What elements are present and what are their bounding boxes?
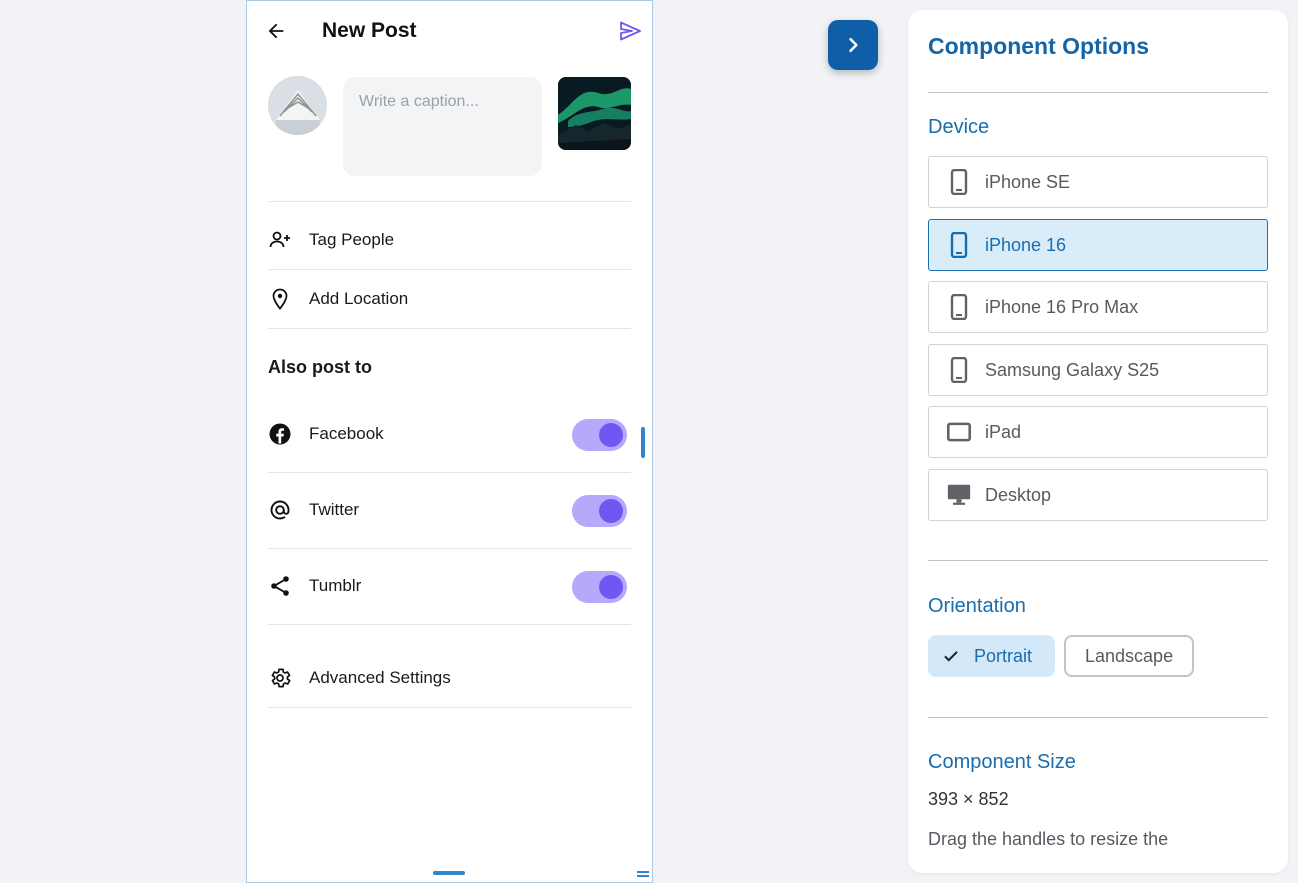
- device-option-iphone-16-pro-max[interactable]: iPhone 16 Pro Max: [928, 281, 1268, 333]
- device-label: iPhone 16: [985, 234, 1067, 255]
- phone-header: New Post: [247, 1, 652, 63]
- aurora-image: [558, 77, 631, 150]
- chevron-right-icon: [849, 37, 858, 53]
- tag-people-label: Tag People: [309, 230, 395, 249]
- facebook-label: Facebook: [309, 424, 384, 443]
- phone-icon: [947, 357, 971, 383]
- divider: [928, 560, 1268, 561]
- phone-icon: [947, 169, 971, 195]
- divider: [268, 707, 631, 708]
- twitter-toggle[interactable]: [572, 495, 627, 527]
- scrollbar[interactable]: [641, 427, 645, 458]
- resize-handle-corner[interactable]: [637, 871, 649, 877]
- phone-icon: [947, 294, 971, 320]
- device-label: iPad: [985, 421, 1022, 442]
- device-heading: Device: [928, 116, 990, 138]
- divider: [268, 328, 631, 329]
- avatar: [268, 76, 327, 135]
- tablet-icon: [947, 420, 971, 444]
- device-option-desktop[interactable]: Desktop: [928, 469, 1268, 521]
- avatar-image: [268, 76, 327, 135]
- divider: [928, 92, 1268, 93]
- phone-preview: New Post Tag People: [246, 0, 653, 883]
- share-icon: [268, 574, 292, 598]
- device-option-ipad[interactable]: iPad: [928, 406, 1268, 458]
- caption-input[interactable]: [343, 77, 542, 176]
- advanced-settings-label: Advanced Settings: [309, 668, 451, 687]
- orientation-heading: Orientation: [928, 595, 1026, 617]
- back-arrow-icon[interactable]: [265, 20, 287, 42]
- divider: [268, 472, 631, 473]
- orientation-landscape-button[interactable]: Landscape: [1064, 635, 1194, 677]
- phone-icon: [947, 232, 971, 258]
- device-label: iPhone SE: [985, 171, 1071, 192]
- component-size-heading: Component Size: [928, 751, 1076, 773]
- component-options-panel: Component Options Device iPhone SE iPhon…: [908, 10, 1288, 873]
- person-add-icon: [268, 228, 292, 252]
- device-option-samsung-galaxy-s25[interactable]: Samsung Galaxy S25: [928, 344, 1268, 396]
- tumblr-toggle[interactable]: [572, 571, 627, 603]
- collapse-panel-button[interactable]: [828, 20, 878, 70]
- at-sign-icon: [268, 498, 292, 522]
- toggle-knob: [599, 499, 623, 523]
- divider: [268, 548, 631, 549]
- device-option-iphone-se[interactable]: iPhone SE: [928, 156, 1268, 208]
- post-image-thumbnail[interactable]: [558, 77, 631, 150]
- device-label: iPhone 16 Pro Max: [985, 296, 1139, 317]
- device-option-iphone-16[interactable]: iPhone 16: [928, 219, 1268, 271]
- tumblr-label: Tumblr: [309, 576, 362, 595]
- orientation-portrait-button[interactable]: Portrait: [928, 635, 1055, 677]
- toggle-knob: [599, 423, 623, 447]
- also-post-to-heading: Also post to: [268, 357, 372, 377]
- panel-title: Component Options: [928, 33, 1150, 59]
- resize-help-text: Drag the handles to resize the: [928, 829, 1169, 849]
- resize-handle-bottom[interactable]: [433, 871, 465, 875]
- portrait-label: Portrait: [974, 645, 1033, 666]
- tag-people-row[interactable]: Tag People: [268, 228, 631, 252]
- add-location-row[interactable]: Add Location: [268, 287, 631, 311]
- landscape-label: Landscape: [1085, 645, 1174, 666]
- desktop-icon: [947, 483, 971, 507]
- twitter-label: Twitter: [309, 500, 360, 519]
- page-title: New Post: [322, 19, 417, 42]
- advanced-settings-row[interactable]: Advanced Settings: [268, 666, 631, 690]
- check-icon: [944, 651, 958, 662]
- device-label: Desktop: [985, 484, 1052, 505]
- facebook-icon: [268, 422, 292, 446]
- facebook-toggle[interactable]: [572, 419, 627, 451]
- gear-icon: [268, 666, 292, 690]
- component-size-value: 393 × 852: [928, 789, 1009, 809]
- divider: [268, 201, 631, 202]
- add-location-label: Add Location: [309, 289, 409, 308]
- divider: [268, 624, 631, 625]
- divider: [928, 717, 1268, 718]
- location-pin-icon: [268, 287, 292, 311]
- device-label: Samsung Galaxy S25: [985, 359, 1160, 380]
- toggle-knob: [599, 575, 623, 599]
- send-icon[interactable]: [618, 19, 642, 43]
- divider: [268, 269, 631, 270]
